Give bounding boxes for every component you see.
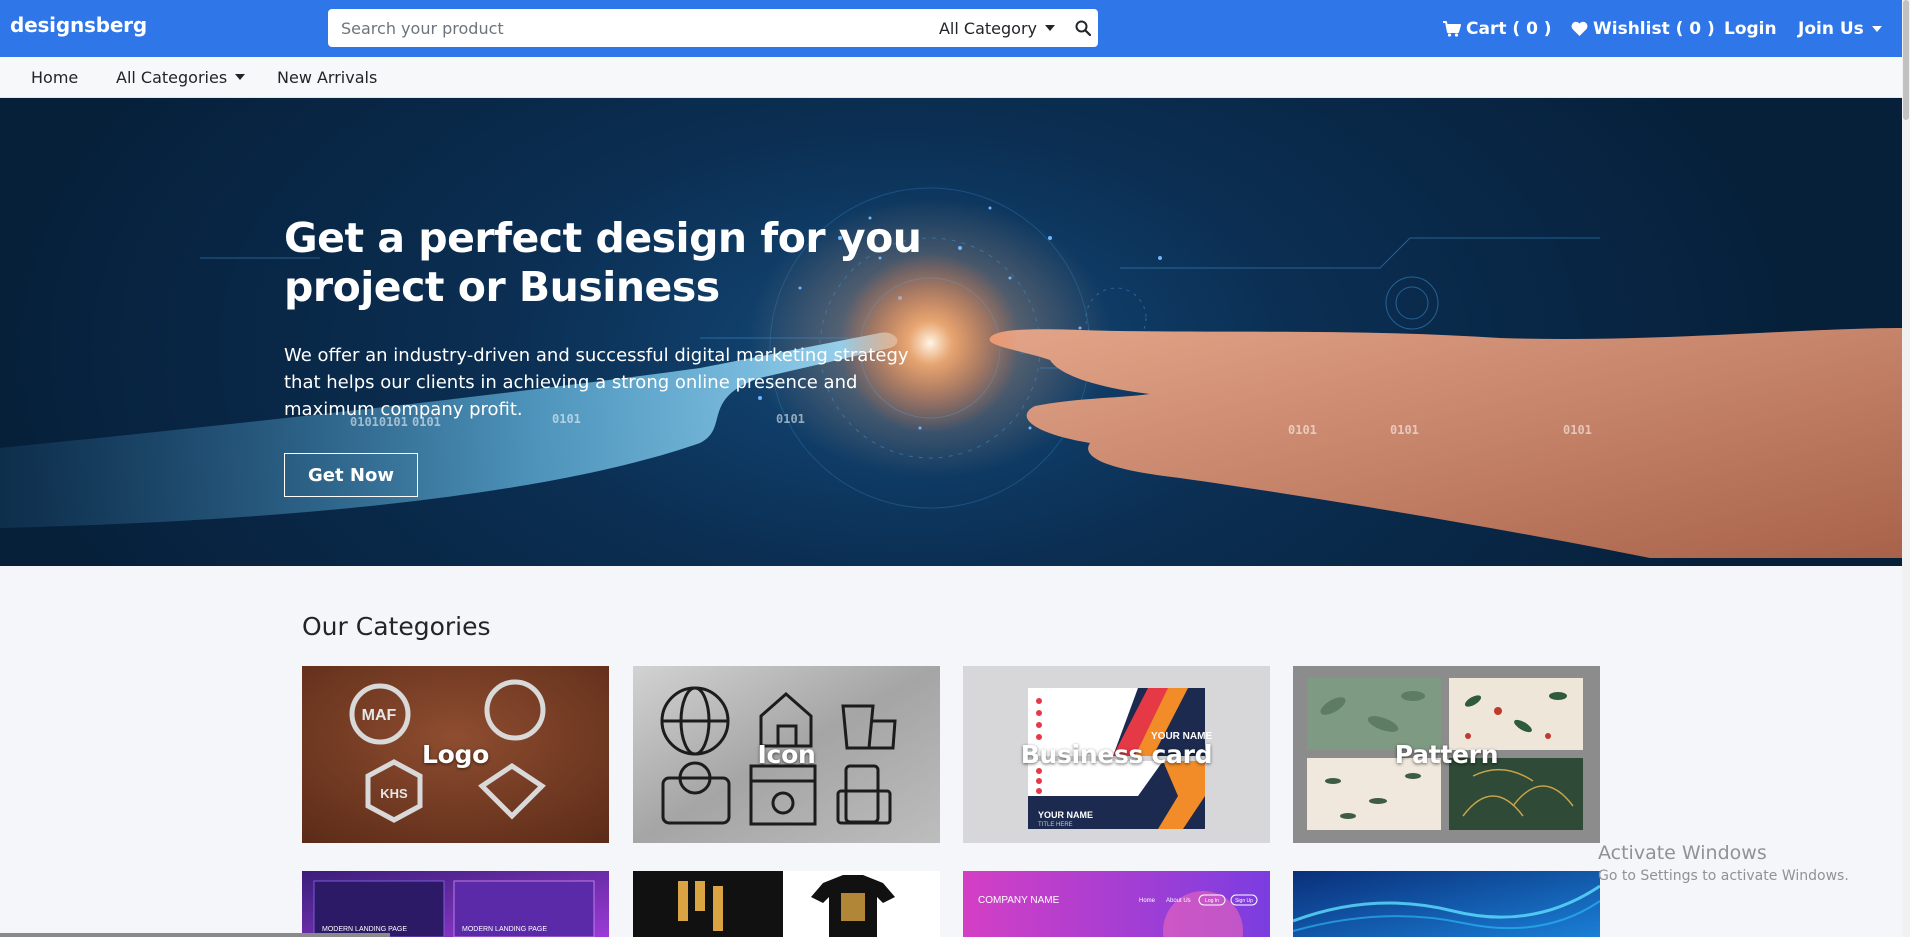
- category-card-pattern[interactable]: Pattern: [1293, 666, 1600, 843]
- hero-description-line: We offer an industry-driven and successf…: [284, 345, 909, 366]
- search-bar: All Category: [328, 9, 1098, 47]
- hero-banner: 0101 01010101 0101 0101 0101 0101 0101 G…: [0, 98, 1902, 566]
- binary-text: 0101: [1390, 423, 1419, 437]
- hero-title-line: Get a perfect design for you: [284, 214, 922, 262]
- background-card-image: [1293, 871, 1600, 937]
- template-nav-text: Home: [1139, 898, 1156, 904]
- login-label: Login: [1724, 18, 1777, 39]
- category-label: Pattern: [1394, 740, 1499, 769]
- category-label: Business card: [1020, 740, 1213, 769]
- hero-description-line: that helps our clients in achieving a st…: [284, 372, 858, 393]
- secondary-navbar: Home All Categories New Arrivals: [0, 57, 1902, 98]
- category-label: Logo: [422, 740, 489, 769]
- company-name-text: COMPANY NAME: [978, 895, 1060, 906]
- nav-new-arrivals-label: New Arrivals: [277, 67, 378, 87]
- login-link[interactable]: Login: [1724, 0, 1777, 57]
- caret-down-icon: [235, 74, 246, 80]
- hero-description-line: maximum company profit.: [284, 399, 523, 420]
- cart-link[interactable]: Cart ( 0 ): [1443, 0, 1552, 57]
- caret-down-icon: [1871, 25, 1882, 32]
- category-card-landing-page[interactable]: MODERN LANDING PAGE MODERN LANDING PAGE: [302, 871, 609, 937]
- windows-activation-watermark: Activate Windows Go to Settings to activ…: [1598, 842, 1849, 884]
- template-nav-text: About Us: [1166, 898, 1191, 904]
- landing-text: MODERN LANDING PAGE: [462, 926, 547, 933]
- binary-text: 0101: [1563, 423, 1592, 437]
- watermark-title: Activate Windows: [1598, 842, 1767, 864]
- search-input[interactable]: [328, 9, 913, 47]
- hero-title-line: project or Business: [284, 263, 720, 311]
- landing-page-card-image: MODERN LANDING PAGE MODERN LANDING PAGE: [302, 871, 609, 937]
- categories-heading: Our Categories: [302, 612, 491, 641]
- search-button[interactable]: [1068, 9, 1098, 47]
- heart-icon: [1571, 21, 1588, 36]
- join-us-label: Join Us: [1798, 18, 1864, 39]
- join-us-dropdown[interactable]: Join Us: [1798, 0, 1882, 57]
- cart-icon: [1443, 20, 1461, 37]
- landing-text: MODERN LANDING PAGE: [322, 926, 407, 933]
- category-card-logo[interactable]: MAF KHS Logo: [302, 666, 609, 843]
- vertical-scrollbar-track: [1902, 0, 1910, 937]
- category-dropdown-label: All Category: [938, 18, 1037, 38]
- category-label: Icon: [757, 740, 816, 769]
- tshirt-card-image: [633, 871, 940, 937]
- web-template-card-image: COMPANY NAME Home About Us Log In Sign U…: [963, 871, 1270, 937]
- binary-text: 0101: [1288, 423, 1317, 437]
- template-login-text: Log In: [1205, 898, 1219, 904]
- hero-description: We offer an industry-driven and successf…: [284, 342, 924, 423]
- vertical-scrollbar-thumb[interactable]: [1903, 0, 1909, 120]
- nav-all-categories[interactable]: All Categories: [116, 57, 246, 97]
- watermark-subtitle: Go to Settings to activate Windows.: [1598, 868, 1849, 884]
- wishlist-link[interactable]: Wishlist ( 0 ): [1571, 0, 1715, 57]
- brand-logo[interactable]: designsberg: [10, 13, 147, 37]
- nav-all-categories-label: All Categories: [116, 67, 228, 87]
- nav-home-label: Home: [31, 67, 79, 87]
- cart-label: Cart ( 0 ): [1466, 18, 1552, 39]
- template-signup-text: Sign Up: [1235, 898, 1253, 904]
- hero-title: Get a perfect design for you project or …: [284, 214, 924, 312]
- top-navbar: designsberg All Category Cart ( 0 ) Wish…: [0, 0, 1902, 57]
- search-icon: [1075, 20, 1091, 36]
- category-card-web-template[interactable]: COMPANY NAME Home About Us Log In Sign U…: [963, 871, 1270, 937]
- nav-new-arrivals[interactable]: New Arrivals: [277, 57, 377, 97]
- wishlist-label: Wishlist ( 0 ): [1593, 18, 1715, 39]
- category-card-business-card[interactable]: YOUR NAME YOUR NAME TITLE HERE Business …: [963, 666, 1270, 843]
- caret-down-icon: [1045, 25, 1055, 31]
- get-now-button[interactable]: Get Now: [284, 453, 418, 497]
- category-card-icon[interactable]: Icon: [633, 666, 940, 843]
- category-card-tshirt[interactable]: [633, 871, 940, 937]
- nav-home[interactable]: Home: [31, 57, 78, 97]
- horizontal-scrollbar-thumb[interactable]: [0, 933, 390, 937]
- category-dropdown[interactable]: All Category: [927, 9, 1067, 47]
- category-card-background[interactable]: [1293, 871, 1600, 937]
